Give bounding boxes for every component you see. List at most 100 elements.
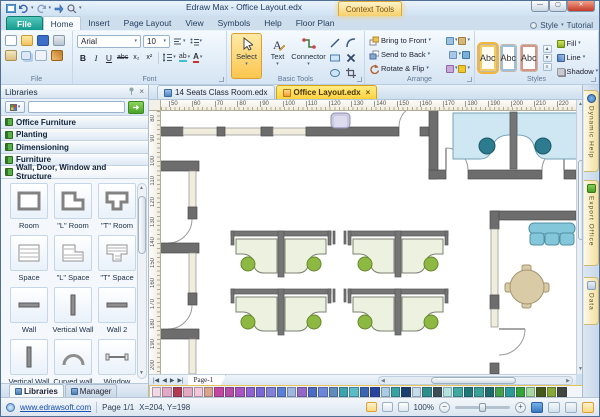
shape-item[interactable]: Vertical Wall bbox=[51, 286, 95, 334]
tab-floor-plan[interactable]: Floor Plan bbox=[289, 16, 342, 30]
list-dropdown[interactable]: ▾ bbox=[189, 35, 204, 48]
library-go-button[interactable]: ➜ bbox=[128, 100, 144, 114]
distribute-icon[interactable] bbox=[445, 64, 454, 73]
color-swatch[interactable] bbox=[235, 387, 245, 397]
style-down-icon[interactable]: ▼ bbox=[542, 53, 552, 62]
hyperlink-icon[interactable] bbox=[458, 36, 467, 45]
tab-help[interactable]: Help bbox=[257, 16, 288, 30]
style-preset-2[interactable]: Abc bbox=[499, 43, 518, 72]
pin-icon[interactable] bbox=[128, 87, 135, 97]
color-swatch[interactable] bbox=[526, 387, 536, 397]
color-swatch[interactable] bbox=[162, 387, 172, 397]
format-painter-icon[interactable] bbox=[51, 50, 63, 61]
pan-icon[interactable] bbox=[565, 401, 577, 413]
color-swatch[interactable] bbox=[245, 387, 255, 397]
workstation-cluster[interactable] bbox=[230, 230, 332, 278]
arrange-dialog-launcher-icon[interactable] bbox=[467, 77, 472, 82]
scroll-left-icon[interactable]: ◀ bbox=[381, 378, 385, 384]
shapes-scrollbar[interactable]: ▲ ▼ bbox=[137, 182, 147, 379]
color-swatch[interactable] bbox=[557, 387, 567, 397]
zoom-tool-icon[interactable] bbox=[66, 4, 77, 14]
shape-item[interactable]: Curved wall bbox=[51, 338, 95, 383]
scroll-down-icon[interactable]: ▼ bbox=[139, 371, 144, 376]
color-swatch[interactable] bbox=[432, 387, 442, 397]
font-size-select[interactable]: 10 ▾ bbox=[143, 35, 170, 48]
library-search-input[interactable] bbox=[28, 101, 125, 113]
teal-chair[interactable] bbox=[534, 137, 552, 155]
italic-button[interactable]: I bbox=[90, 51, 102, 64]
zoom-area-icon[interactable] bbox=[548, 401, 560, 413]
view-normal-icon[interactable] bbox=[365, 402, 377, 412]
save-icon[interactable] bbox=[37, 35, 49, 46]
redo-icon[interactable] bbox=[36, 4, 47, 14]
tab-view[interactable]: View bbox=[178, 16, 210, 30]
color-swatch[interactable] bbox=[152, 387, 162, 397]
paste-icon[interactable] bbox=[5, 50, 17, 61]
shape-preview-room[interactable] bbox=[10, 182, 48, 219]
prev-page-icon[interactable]: ◀ bbox=[162, 377, 167, 384]
color-swatch[interactable] bbox=[318, 387, 328, 397]
color-swatch[interactable] bbox=[494, 387, 505, 397]
color-swatch[interactable] bbox=[276, 387, 287, 397]
line-tool-icon[interactable] bbox=[327, 36, 342, 50]
view-print-icon[interactable] bbox=[397, 402, 409, 412]
lock-icon[interactable] bbox=[458, 64, 467, 73]
canvas-horizontal-scrollbar[interactable]: ◀ ▶ bbox=[378, 375, 573, 385]
shape-item[interactable]: Wall 2 bbox=[95, 286, 139, 334]
workstation-cluster[interactable] bbox=[347, 288, 449, 336]
align-dropdown[interactable]: ▾ bbox=[172, 35, 187, 48]
print-ic[interactable] bbox=[53, 35, 65, 46]
basic-tools-dialog-launcher-icon[interactable] bbox=[357, 77, 362, 82]
close-button[interactable]: ✕ bbox=[567, 1, 595, 12]
text-tool-button[interactable]: A Text ▾ bbox=[262, 33, 293, 79]
drawing-canvas[interactable] bbox=[161, 111, 576, 374]
minimize-button[interactable]: — bbox=[531, 1, 549, 12]
style-preset-3[interactable]: Abc bbox=[520, 43, 538, 72]
tab-insert[interactable]: Insert bbox=[81, 16, 116, 30]
shape-preview-space[interactable] bbox=[10, 234, 48, 271]
page-tab[interactable]: Page-1 bbox=[187, 374, 227, 386]
document-tab[interactable]: Office Layout.edx × bbox=[275, 85, 378, 99]
color-swatch[interactable] bbox=[474, 387, 484, 397]
shape-item[interactable]: Wall bbox=[7, 286, 51, 334]
zoom-out-icon[interactable]: − bbox=[439, 401, 450, 413]
panel-tab-data[interactable]: Data bbox=[584, 277, 599, 325]
color-swatch[interactable] bbox=[453, 387, 463, 397]
scroll-up-icon[interactable]: ▲ bbox=[139, 185, 144, 191]
superscript-button[interactable]: x² bbox=[143, 51, 155, 64]
subscript-button[interactable]: x₂ bbox=[130, 51, 142, 64]
color-swatch[interactable] bbox=[505, 387, 515, 397]
arc-tool-icon[interactable] bbox=[343, 36, 358, 50]
shape-preview-troom[interactable] bbox=[98, 182, 136, 219]
shape-item[interactable]: Window bbox=[95, 338, 139, 383]
delete-tool-icon[interactable] bbox=[343, 51, 358, 65]
style-dropdown-icon[interactable]: ▾ bbox=[561, 23, 564, 28]
rotate-flip-button[interactable]: Rotate & Flip ▾ ▾ ▾ bbox=[369, 62, 470, 75]
fill-button[interactable]: Fill ▾ bbox=[556, 37, 599, 50]
library-group[interactable]: Dimensioning bbox=[1, 141, 148, 154]
color-swatch[interactable] bbox=[328, 387, 339, 397]
zoom-slider[interactable] bbox=[455, 402, 510, 412]
close-panel-icon[interactable]: × bbox=[139, 87, 144, 96]
close-tab-icon[interactable]: × bbox=[366, 88, 371, 97]
color-swatch[interactable] bbox=[484, 387, 494, 397]
tab-page-layout[interactable]: Page Layout bbox=[117, 16, 179, 30]
connector-tool-button[interactable]: Connector ▾ bbox=[291, 33, 326, 79]
shape-preview-lspace[interactable] bbox=[54, 234, 92, 271]
shape-preview-tspace[interactable] bbox=[98, 234, 136, 271]
color-swatch[interactable] bbox=[339, 387, 349, 397]
styles-dialog-launcher-icon[interactable] bbox=[591, 77, 596, 82]
tab-symbols[interactable]: Symbols bbox=[211, 16, 258, 30]
panel-tab-manager[interactable]: Manager bbox=[64, 384, 118, 397]
color-swatch[interactable] bbox=[546, 387, 557, 397]
duplicate-icon[interactable] bbox=[35, 50, 47, 61]
library-group[interactable]: Wall, Door, Window and Structure bbox=[1, 163, 148, 181]
round-table[interactable] bbox=[509, 269, 545, 305]
color-swatch[interactable] bbox=[266, 387, 276, 397]
open-icon[interactable] bbox=[21, 35, 33, 46]
color-swatch[interactable] bbox=[359, 387, 370, 397]
next-page-icon[interactable]: ▶ bbox=[170, 377, 175, 384]
select-tool-button[interactable]: Select ▾ bbox=[231, 33, 262, 79]
teal-chair[interactable] bbox=[478, 137, 496, 155]
color-swatch[interactable] bbox=[307, 387, 318, 397]
